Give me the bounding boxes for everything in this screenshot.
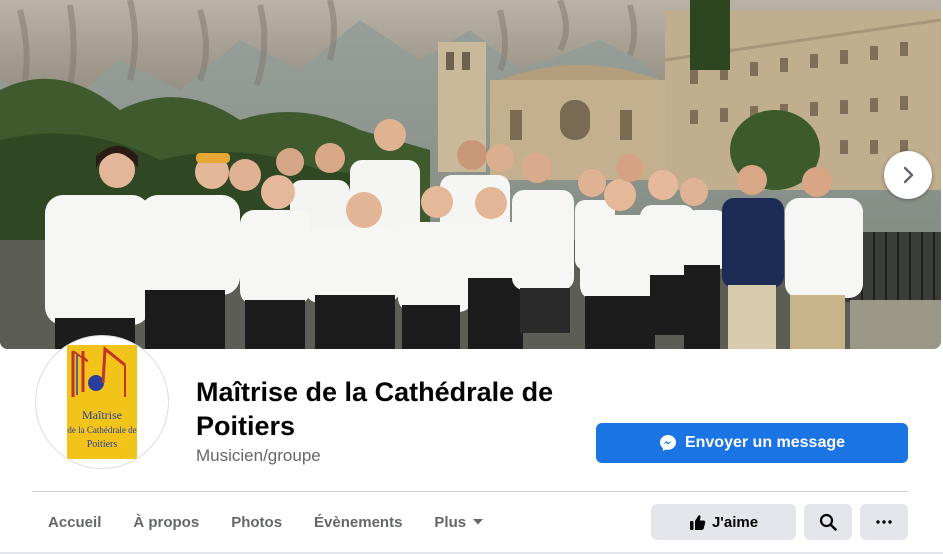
tab-photos[interactable]: Photos — [215, 503, 298, 541]
page-category[interactable]: Musicien/groupe — [196, 446, 321, 466]
caret-down-icon — [473, 519, 484, 525]
page-tabs: Accueil À propos Photos Évènements Plus — [32, 503, 500, 541]
cover-next-button[interactable] — [884, 151, 932, 199]
tab-label: Plus — [434, 513, 467, 531]
tab-label: Évènements — [314, 513, 403, 531]
tab-label: À propos — [133, 513, 200, 531]
messenger-icon — [659, 435, 676, 451]
chevron-right-icon — [903, 166, 914, 184]
tab-accueil[interactable]: Accueil — [32, 503, 117, 541]
like-label: J'aime — [711, 513, 759, 531]
profile-avatar[interactable]: Maîtrise de la Cathédrale de Poitiers — [36, 336, 168, 468]
logo-line-2: de la Cathédrale de — [67, 425, 136, 435]
page-title: Maîtrise de la Cathédrale de Poitiers — [196, 377, 554, 441]
tab-plus[interactable]: Plus — [418, 503, 500, 541]
logo-line-3: Poitiers — [87, 439, 118, 450]
like-button[interactable]: J'aime — [651, 504, 796, 540]
cover-photo[interactable] — [0, 0, 941, 349]
send-message-button[interactable]: Envoyer un message — [596, 423, 908, 463]
logo-line-1: Maîtrise — [82, 408, 122, 422]
search-button[interactable] — [804, 504, 852, 540]
more-options-button[interactable] — [860, 504, 908, 540]
more-horizontal-icon — [876, 520, 892, 524]
tab-label: Photos — [231, 513, 283, 531]
tab-a-propos[interactable]: À propos — [117, 503, 215, 541]
tab-evenements[interactable]: Évènements — [298, 503, 418, 541]
send-message-label: Envoyer un message — [684, 434, 846, 451]
tab-label: Accueil — [48, 513, 102, 531]
thumbs-up-icon — [689, 514, 706, 530]
cover-photo-illustration — [0, 0, 941, 349]
maitrise-logo: Maîtrise de la Cathédrale de Poitiers — [67, 345, 137, 459]
header-divider — [32, 491, 908, 492]
search-icon — [819, 513, 837, 531]
